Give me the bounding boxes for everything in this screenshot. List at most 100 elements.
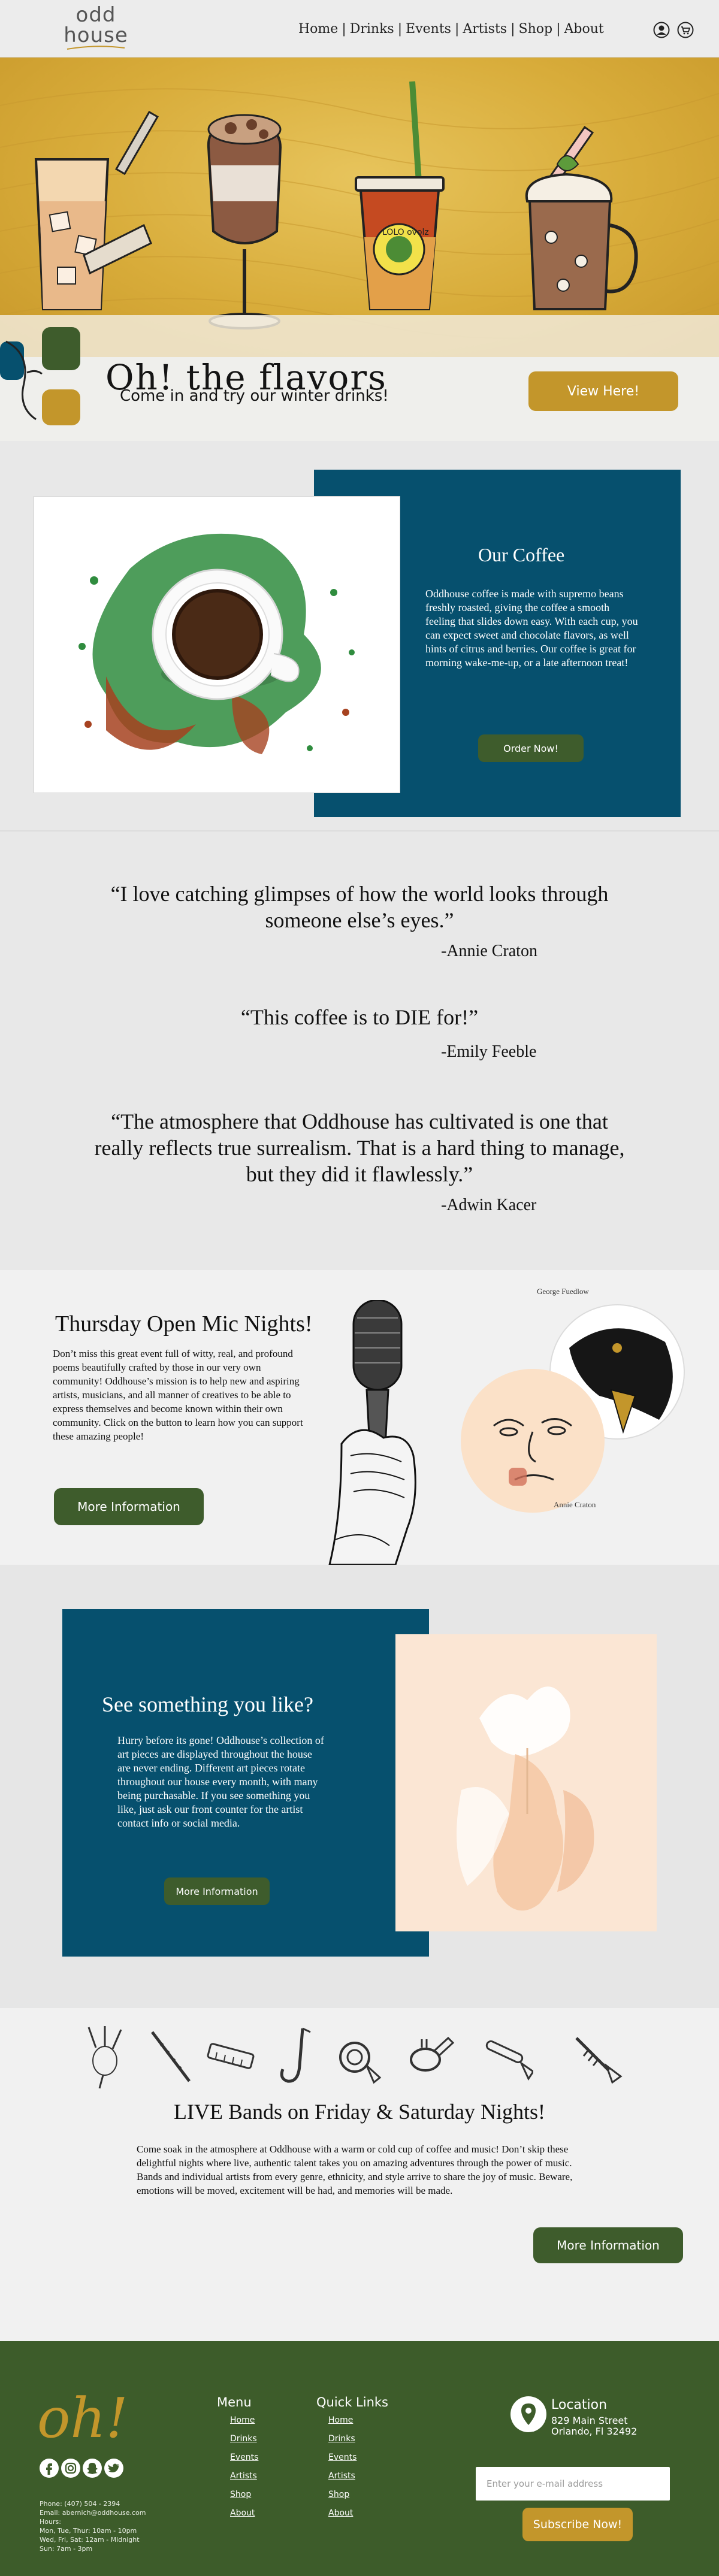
testimonial-quote: “I love catching glimpses of how the wor…: [110, 882, 609, 932]
footer-menu-link[interactable]: Events: [230, 2453, 258, 2462]
nav-separator: |: [556, 22, 561, 37]
bands-more-info-button[interactable]: More Information: [533, 2227, 683, 2263]
email-input[interactable]: [476, 2467, 670, 2501]
contact-line: Email: abernich@oddhouse.com: [40, 2509, 146, 2517]
open-mic-description: Don’t miss this great event full of witt…: [53, 1348, 303, 1442]
coffee-splash-image: [34, 496, 400, 793]
footer-menu-link[interactable]: About: [230, 2508, 255, 2518]
trombone-icon: [485, 2040, 533, 2081]
logo-swoosh-icon: [67, 46, 125, 50]
art-more-info-button[interactable]: More Information: [164, 1877, 270, 1905]
bands-title: LIVE Bands on Friday & Saturday Nights!: [174, 2100, 545, 2124]
testimonial-author: -Adwin Kacer: [441, 1196, 537, 1214]
art-description: Hurry before its gone! Oddhouse’s collec…: [117, 1734, 324, 1829]
footer-menu-link[interactable]: Drinks: [230, 2434, 257, 2444]
surreal-art-image: [395, 1634, 657, 1931]
footer-quick-link[interactable]: Artists: [328, 2471, 355, 2481]
footer-menu-link[interactable]: Shop: [230, 2490, 251, 2499]
art-title: See something you like?: [102, 1692, 313, 1716]
harmonica-icon: [207, 2043, 255, 2069]
oddhouse-logo[interactable]: odd house: [60, 5, 132, 53]
testimonial-quote: “The atmosphere that Oddhouse has cultiv…: [94, 1109, 625, 1186]
footer-quick-link[interactable]: About: [328, 2508, 353, 2518]
site-header: odd house Home | Drinks | Events | Artis…: [0, 0, 719, 58]
address-line: Orlando, Fl 32492: [551, 2426, 638, 2437]
address-line: 829 Main Street: [551, 2415, 628, 2426]
line-face-portrait-icon: [461, 1369, 605, 1513]
contact-line: Phone: (407) 504 - 2394: [40, 2500, 120, 2508]
artist-caption: George Fuedlow: [537, 1287, 589, 1296]
promo-subtitle: Come in and try our winter drinks!: [120, 387, 389, 405]
main-nav: Home | Drinks | Events | Artists | Shop …: [298, 22, 604, 37]
footer-menu-link[interactable]: Home: [230, 2415, 255, 2425]
hero-drinks-illustration: LOLO ovolz: [0, 81, 719, 357]
twitter-icon[interactable]: [104, 2459, 123, 2478]
footer-quick-link[interactable]: Home: [328, 2415, 353, 2425]
oh-logo-text: oh!: [37, 2386, 128, 2450]
cart-icon[interactable]: [677, 22, 694, 38]
bands-description: Come soak in the atmosphere at Oddhouse …: [137, 2143, 573, 2196]
view-here-button[interactable]: View Here!: [528, 371, 678, 411]
logo-line-2: house: [64, 23, 128, 47]
subscribe-button[interactable]: Subscribe Now!: [522, 2508, 633, 2541]
cup-label: LOLO ovolz: [382, 228, 429, 237]
site-footer: oh! Phone: (407) 504 - 2394 Email: abern…: [0, 2341, 719, 2576]
logo-line-1: odd: [75, 3, 116, 27]
contact-line: Sun: 7am - 3pm: [40, 2545, 93, 2553]
order-now-button[interactable]: Order Now!: [478, 734, 584, 762]
nav-shop[interactable]: Shop: [519, 22, 553, 37]
artist-caption: Annie Craton: [554, 1500, 596, 1509]
footer-quick-link[interactable]: Shop: [328, 2490, 349, 2499]
nav-home[interactable]: Home: [298, 22, 338, 37]
open-mic-title: Thursday Open Mic Nights!: [55, 1311, 313, 1337]
nav-separator: |: [510, 22, 515, 37]
contact-info: Phone: (407) 504 - 2394 Email: abernich@…: [40, 2499, 146, 2553]
smoothie-cup-icon: LOLO ovolz: [355, 81, 445, 310]
facebook-icon[interactable]: [40, 2459, 59, 2478]
testimonial-author: -Annie Craton: [441, 942, 537, 960]
coffee-description: Oddhouse coffee is made with supremo bea…: [425, 588, 638, 669]
open-mic-more-info-button[interactable]: More Information: [54, 1488, 204, 1525]
nav-events[interactable]: Events: [406, 22, 451, 37]
testimonial-author: -Emily Feeble: [441, 1042, 537, 1061]
address: 829 Main Street Orlando, Fl 32492: [551, 2415, 637, 2437]
contact-line: Hours:: [40, 2518, 61, 2526]
hero-banner: LOLO ovolz: [0, 58, 719, 357]
footer-quick-links-title: Quick Links: [316, 2395, 389, 2409]
nav-drinks[interactable]: Drinks: [350, 22, 394, 37]
location-pin-icon: [510, 2396, 546, 2432]
oh-logo[interactable]: oh!: [37, 2380, 145, 2451]
art-section: See something you like? Hurry before its…: [0, 1565, 719, 2008]
footer-menu-title: Menu: [217, 2395, 252, 2409]
saxophone-icon: [280, 2027, 311, 2083]
nav-separator: |: [342, 22, 346, 37]
nav-separator: |: [454, 22, 460, 37]
nav-artists[interactable]: Artists: [463, 22, 507, 37]
footer-quick-link[interactable]: Events: [328, 2453, 357, 2462]
tulip-glass-icon: [207, 114, 282, 329]
trumpet-icon: [575, 2037, 623, 2084]
snapchat-icon[interactable]: [83, 2459, 102, 2478]
promo-strip: Oh! the flavors Come in and try our wint…: [0, 357, 719, 441]
nav-separator: |: [397, 22, 403, 37]
footer-quick-link[interactable]: Drinks: [328, 2434, 355, 2444]
microphone-hand-icon: [328, 1300, 416, 1565]
instagram-icon[interactable]: [61, 2459, 80, 2478]
coffee-title: Our Coffee: [478, 544, 565, 566]
testimonial-quote: “This coffee is to DIE for!”: [240, 1005, 479, 1029]
bagpipe-icon: [87, 2026, 122, 2089]
contact-line: Mon, Tue, Thur: 10am - 10pm: [40, 2527, 137, 2535]
location-title: Location: [551, 2397, 608, 2412]
iced-coffee-glass-icon: [34, 110, 159, 310]
open-mic-section: Thursday Open Mic Nights! Don’t miss thi…: [0, 1270, 719, 1565]
account-icon[interactable]: [653, 22, 670, 38]
footer-menu-link[interactable]: Artists: [230, 2471, 257, 2481]
abstract-face-icon: [0, 327, 80, 425]
french-horn-icon: [339, 2042, 382, 2084]
coffee-section: Our Coffee Oddhouse coffee is made with …: [0, 441, 719, 830]
live-bands-section: LIVE Bands on Friday & Saturday Nights! …: [0, 2008, 719, 2341]
flute-icon: [151, 2031, 191, 2082]
testimonials-section: “I love catching glimpses of how the wor…: [0, 830, 719, 1270]
contact-line: Wed, Fri, Sat: 12am - Midnight: [40, 2536, 140, 2544]
nav-about[interactable]: About: [564, 22, 604, 37]
